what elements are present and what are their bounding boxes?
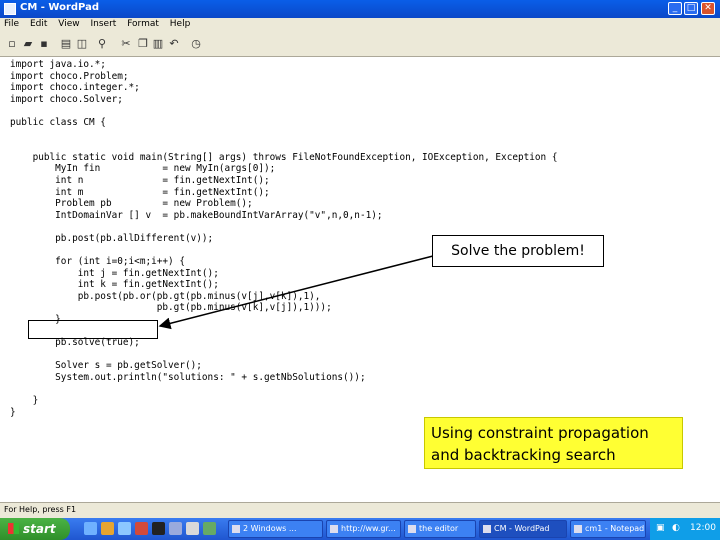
taskbar-item-notepad[interactable]: cm1 - Notepad [570, 520, 646, 538]
quicklaunch-tool-icon[interactable] [203, 522, 216, 535]
status-bar: For Help, press F1 [0, 502, 720, 519]
start-button[interactable]: start [0, 518, 70, 540]
start-label: start [23, 522, 56, 536]
system-tray: ▣ ◐ 12:00 [650, 518, 720, 540]
quicklaunch-console-icon[interactable] [152, 522, 165, 535]
taskbar-item-editor[interactable]: the editor [404, 520, 476, 538]
tray-clock[interactable]: 12:00 [690, 523, 716, 533]
quicklaunch-app-icon[interactable] [135, 522, 148, 535]
propagation-callout: Using constraint propagation and backtra… [424, 417, 683, 469]
quicklaunch-ie-icon[interactable] [84, 522, 97, 535]
quicklaunch-media-icon[interactable] [101, 522, 114, 535]
windows-flag-icon [8, 523, 19, 534]
taskbar-item-windows[interactable]: 2 Windows ... [228, 520, 323, 538]
tray-network-icon[interactable]: ▣ [656, 523, 665, 533]
quicklaunch-desktop-icon[interactable] [118, 522, 131, 535]
taskbar-item-browser[interactable]: http://ww.gr... [326, 520, 401, 538]
tray-volume-icon[interactable]: ◐ [672, 523, 680, 533]
quicklaunch-editor-icon[interactable] [186, 522, 199, 535]
taskbar-item-wordpad[interactable]: CM - WordPad [479, 520, 567, 538]
solve-callout: Solve the problem! [432, 235, 604, 267]
status-text: For Help, press F1 [4, 505, 77, 514]
quicklaunch-folder-icon[interactable] [169, 522, 182, 535]
taskbar: start 2 Windows ... http://ww.gr... the … [0, 518, 720, 540]
